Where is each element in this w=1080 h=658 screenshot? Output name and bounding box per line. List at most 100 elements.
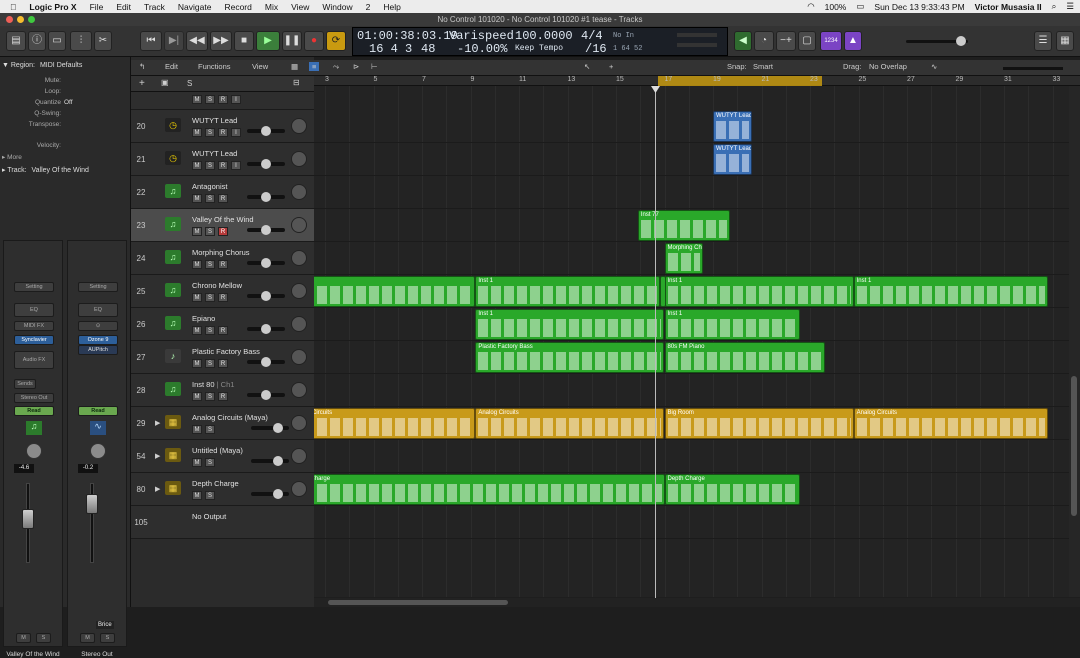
disclosure-icon[interactable]: ▶: [155, 419, 160, 427]
eq-button[interactable]: EQ: [78, 303, 118, 317]
lcd-display[interactable]: 01:00:38:03.19 16 4 3 48 Varispeed -10.0…: [352, 27, 728, 56]
track-lane[interactable]: [314, 110, 1080, 143]
track-name[interactable]: Chrono Mellow: [192, 281, 242, 290]
solo-button[interactable]: S: [36, 633, 51, 643]
track-pan-knob[interactable]: [291, 316, 307, 332]
track-name[interactable]: Analog Circuits (Maya): [192, 413, 268, 422]
record-button[interactable]: ●: [304, 31, 324, 51]
track-pan-knob[interactable]: [291, 151, 307, 167]
track-row[interactable]: 54 ▦ ▶ Untitled (Maya) M S: [131, 440, 314, 473]
horizontal-scrollbar[interactable]: [314, 598, 1080, 607]
zoom-window-button[interactable]: [28, 16, 35, 23]
global-solo-icon[interactable]: S: [187, 79, 192, 88]
solo-button[interactable]: S: [100, 633, 115, 643]
automation-read-button[interactable]: Read: [14, 406, 54, 416]
list-view-icon[interactable]: ≡: [309, 62, 320, 71]
solo-button[interactable]: S: [205, 491, 215, 500]
drag-select[interactable]: No Overlap: [869, 62, 907, 71]
track-row[interactable]: 22 ♫ Antagonist M S R: [131, 176, 314, 209]
track-pan-knob[interactable]: [291, 382, 307, 398]
solo-button[interactable]: S: [205, 128, 215, 137]
mute-button[interactable]: M: [192, 425, 202, 434]
track-volume-slider[interactable]: [247, 159, 285, 169]
add-track-icon[interactable]: +: [139, 78, 145, 89]
region[interactable]: og Circuits: [314, 408, 476, 439]
menu-2[interactable]: 2: [366, 2, 371, 12]
track-lane[interactable]: [314, 440, 1080, 473]
disclosure-icon[interactable]: ▶: [155, 452, 160, 460]
solo-button[interactable]: S: [205, 293, 215, 302]
link-icon[interactable]: ⊙: [78, 321, 118, 331]
inspector-button[interactable]: ⓘ: [28, 31, 46, 51]
volume-slider-handle[interactable]: [273, 489, 283, 499]
track-name[interactable]: Valley Of the Wind: [192, 215, 254, 224]
solo-button[interactable]: S: [205, 95, 215, 104]
edit-menu[interactable]: Edit: [165, 62, 178, 71]
quick-punch-button[interactable]: ▢: [798, 31, 816, 51]
track-options-icon[interactable]: ⊟: [293, 78, 300, 87]
record-enable-button[interactable]: R: [218, 128, 228, 137]
input-monitor-button[interactable]: I: [231, 161, 241, 170]
region[interactable]: Inst 1: [475, 276, 660, 307]
mute-button[interactable]: M: [192, 95, 202, 104]
volume-slider-handle[interactable]: [273, 423, 283, 433]
track-row[interactable]: 80 ▦ ▶ Depth Charge M S: [131, 473, 314, 506]
output-button[interactable]: Stereo Out: [14, 393, 54, 403]
volume-fader-handle[interactable]: [22, 509, 34, 529]
track-lane[interactable]: [314, 374, 1080, 407]
vertical-scrollbar[interactable]: [1069, 86, 1080, 597]
record-enable-button[interactable]: R: [218, 359, 228, 368]
apple-menu-icon[interactable]: : [10, 2, 16, 12]
region[interactable]: Inst 1: [664, 276, 854, 307]
track-row[interactable]: 25 ♫ Chrono Mellow M S R: [131, 275, 314, 308]
automation-read-button[interactable]: Read: [78, 406, 118, 416]
record-enable-button[interactable]: R: [218, 326, 228, 335]
region[interactable]: Inst 77: [637, 210, 730, 241]
stop-button[interactable]: ■: [234, 31, 254, 51]
track-pan-knob[interactable]: [291, 217, 307, 233]
region[interactable]: Morphing Ch: [664, 243, 704, 274]
track-lane[interactable]: [314, 176, 1080, 209]
master-volume-slider[interactable]: [906, 36, 968, 46]
pan-knob[interactable]: [90, 443, 106, 459]
browsers-button[interactable]: ▦: [1056, 31, 1074, 51]
track-volume-slider[interactable]: [247, 357, 285, 367]
track-lane[interactable]: [314, 143, 1080, 176]
user-name[interactable]: Victor Musasia II: [975, 2, 1042, 12]
battery-icon[interactable]: ▭: [856, 1, 864, 12]
mute-button[interactable]: M: [16, 633, 31, 643]
track-name[interactable]: Untitled (Maya): [192, 446, 243, 455]
menu-edit[interactable]: Edit: [116, 2, 131, 12]
menu-help[interactable]: Help: [383, 2, 400, 12]
mute-button[interactable]: M: [192, 326, 202, 335]
rewind-button[interactable]: ◀◀: [186, 31, 208, 51]
track-row[interactable]: 28 ♫ Inst 80 | Ch1 M S R: [131, 374, 314, 407]
master-volume-handle[interactable]: [956, 36, 966, 46]
track-row[interactable]: 23 ♫ Valley Of the Wind M S R: [131, 209, 314, 242]
sends-button[interactable]: Sends: [14, 379, 36, 389]
track-volume-slider[interactable]: [251, 456, 289, 466]
volume-fader-handle[interactable]: [86, 494, 98, 514]
minimize-window-button[interactable]: [17, 16, 24, 23]
solo-button[interactable]: S: [205, 359, 215, 368]
solo-button[interactable]: S: [205, 392, 215, 401]
plugin-slot-2[interactable]: AUPitch: [78, 345, 118, 355]
setting-button[interactable]: Setting: [14, 282, 54, 292]
track-row[interactable]: 29 ▦ ▶ Analog Circuits (Maya) M S: [131, 407, 314, 440]
menu-view[interactable]: View: [291, 2, 309, 12]
metronome-button[interactable]: ▲: [844, 31, 862, 51]
region[interactable]: Inst 1: [664, 309, 801, 340]
battery-percent[interactable]: 100%: [825, 2, 847, 12]
mute-button[interactable]: M: [80, 633, 95, 643]
menu-track[interactable]: Track: [144, 2, 165, 12]
volume-slider-handle[interactable]: [273, 456, 283, 466]
fast-forward-button[interactable]: ▶▶: [210, 31, 232, 51]
waveform-zoom-icon[interactable]: ∿: [931, 62, 937, 71]
count-in-button[interactable]: 1234: [820, 31, 842, 51]
spotlight-icon[interactable]: ⌕: [1052, 1, 1057, 12]
track-volume-slider[interactable]: [247, 258, 285, 268]
volume-slider-handle[interactable]: [261, 192, 271, 202]
solo-button[interactable]: S: [205, 458, 215, 467]
track-row-partial[interactable]: MSRI: [131, 92, 314, 110]
track-name[interactable]: Morphing Chorus: [192, 248, 250, 257]
